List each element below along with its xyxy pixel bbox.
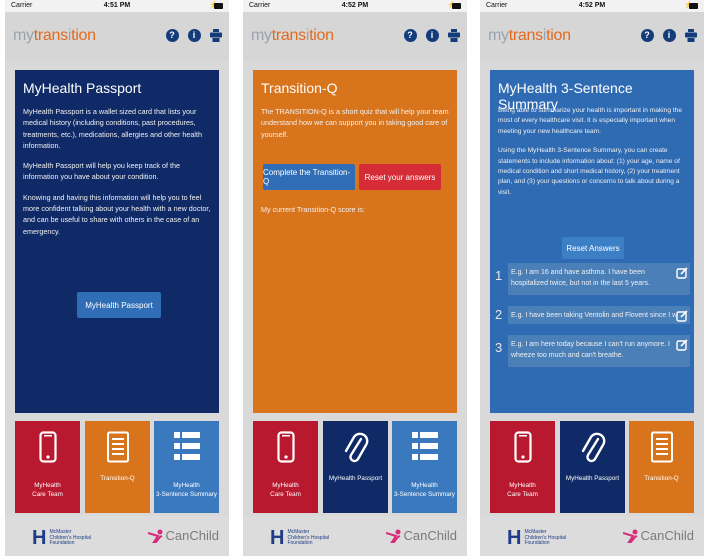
summary-text-field[interactable]: E.g. I am here today because I can't run… [508,335,690,367]
tile-label: Transition-Q [100,475,135,482]
card-title: Transition-Q [261,80,338,96]
tile-care-team[interactable]: MyHealth Care Team [15,421,80,513]
status-time: 4:52 PM [341,2,369,9]
status-bar: Carrier 4:52 PM ⚡ [243,0,467,12]
info-icon[interactable]: i [187,28,201,42]
reset-answers-button[interactable]: Reset Answers [562,237,624,259]
battery-icon: ⚡ [447,2,461,9]
nav-bar: mytransition ? i [243,12,467,60]
tile-row: MyHealth Care Team MyHealth Passport MyHe… [253,421,457,513]
tile-transition-q[interactable]: Transition-Q [85,421,150,513]
app-logo: mytransition [488,27,571,44]
print-icon[interactable] [447,28,461,42]
status-bar: Carrier 4:51 PM ⚡ [5,0,229,12]
tile-transition-q[interactable]: Transition-Q [629,421,694,513]
help-icon[interactable]: ? [165,28,179,42]
list-icon [411,432,438,460]
status-bar: Carrier 4:52 PM ⚡ [480,0,704,12]
tile-3-sentence-summary[interactable]: MyHealth 3-Sentence Summary [154,421,219,513]
complete-transition-q-button[interactable]: Complete the Transition-Q [263,164,355,190]
footer: H McMaster Children's Hospital Foundation C… [480,516,704,556]
status-time: 4:51 PM [103,2,131,9]
tile-passport[interactable]: MyHealth Passport [323,421,388,513]
print-icon[interactable] [209,28,223,42]
row-number: 1 [495,268,503,283]
app-logo: mytransition [251,27,334,44]
canchild-logo: CanChild [385,528,457,543]
phone-icon [38,431,57,463]
list-icon [173,432,200,460]
tile-label: Transition-Q [644,475,679,482]
reset-answers-button[interactable]: Reset your answers [359,164,441,190]
card-body: MyHealth Passport is a wallet sized card… [23,106,213,246]
summary-card: MyHealth 3-Sentence Summary Being able t… [490,70,694,413]
tile-label: MyHealth Passport [565,475,620,482]
canchild-logo: CanChild [622,528,694,543]
transition-q-card: Transition-Q The TRANSITION-Q is a short… [253,70,457,413]
tile-row: MyHealth Care Team Transition-Q MyHealth 3… [15,421,219,513]
tile-label: MyHealth Care Team [270,482,301,498]
tile-label: MyHealth 3-Sentence Summary [156,482,217,498]
nav-bar: mytransition ? i [480,12,704,60]
app-logo: mytransition [13,27,96,44]
mcmaster-logo: H McMaster Children's Hospital Foundation [32,527,91,549]
summary-list: 1 E.g. I am 16 and have asthma. I have b… [493,263,690,378]
tile-3-sentence-summary[interactable]: MyHealth 3-Sentence Summary [392,421,457,513]
summary-text-field[interactable]: E.g. I am 16 and have asthma. I have bee… [508,263,690,295]
edit-icon[interactable] [676,339,688,351]
footer: H McMaster Children's Hospital Foundation C… [5,516,229,556]
paragraph: MyHealth Passport will help you keep tra… [23,161,181,182]
score-label: My current Transition-Q score is: [261,205,365,214]
status-time: 4:52 PM [578,2,606,9]
tile-care-team[interactable]: MyHealth Care Team [253,421,318,513]
nav-bar: mytransition ? i [5,12,229,60]
phone-screen-transition-q: Carrier 4:52 PM ⚡ mytransition ? i Trans… [243,0,467,556]
summary-row-2: 2 E.g. I have been taking Ventolin and F… [493,306,690,324]
mcmaster-logo: H McMaster Children's Hospital Foundation [270,527,329,549]
summary-row-3: 3 E.g. I am here today because I can't r… [493,335,690,367]
row-number: 3 [495,340,503,355]
tile-label: MyHealth Care Team [32,482,63,498]
phone-icon [276,431,295,463]
paperclip-icon [581,432,605,463]
mcmaster-logo: H McMaster Children's Hospital Foundation [507,527,566,549]
summary-row-1: 1 E.g. I am 16 and have asthma. I have b… [493,263,690,295]
help-icon[interactable]: ? [640,28,654,42]
tile-row: MyHealth Care Team MyHealth Passport Tran… [490,421,694,513]
info-icon[interactable]: i [425,28,439,42]
print-icon[interactable] [684,28,698,42]
checklist-icon [106,431,129,463]
myhealth-passport-button[interactable]: MyHealth Passport [77,292,161,318]
row-number: 2 [495,307,503,322]
canchild-logo: CanChild [147,528,219,543]
card-body: Being able to summarize your health is i… [498,106,688,207]
help-icon[interactable]: ? [403,28,417,42]
info-icon[interactable]: i [662,28,676,42]
checklist-icon [650,431,673,463]
battery-icon: ⚡ [209,2,223,9]
card-title: MyHealth Passport [23,80,142,96]
passport-card: MyHealth Passport MyHealth Passport is a… [15,70,219,413]
tile-label: MyHealth Passport [328,475,383,482]
paragraph: Using the MyHealth 3-Sentence Summary, y… [498,147,680,196]
card-body: The TRANSITION-Q is a short quiz that wi… [261,106,451,149]
paragraph: MyHealth Passport is a wallet sized card… [23,107,202,150]
tile-passport[interactable]: MyHealth Passport [560,421,625,513]
edit-icon[interactable] [676,267,688,279]
phone-icon [513,431,532,463]
tile-label: MyHealth 3-Sentence Summary [394,482,455,498]
summary-text-field[interactable]: E.g. I have been taking Ventolin and Flo… [508,306,690,324]
paragraph: Knowing and having this information will… [23,192,211,236]
paragraph: The TRANSITION-Q is a short quiz that wi… [261,107,449,139]
tile-label: MyHealth Care Team [507,482,538,498]
paragraph: Being able to summarize your health is i… [498,107,682,135]
paperclip-icon [344,432,368,463]
edit-icon[interactable] [676,310,688,322]
phone-screen-passport: Carrier 4:51 PM ⚡ mytransition ? i MyHea… [5,0,229,556]
battery-icon: ⚡ [684,2,698,9]
phone-screen-3-sentence-summary: Carrier 4:52 PM ⚡ mytransition ? i MyHea… [480,0,704,556]
tile-care-team[interactable]: MyHealth Care Team [490,421,555,513]
footer: H McMaster Children's Hospital Foundation C… [243,516,467,556]
